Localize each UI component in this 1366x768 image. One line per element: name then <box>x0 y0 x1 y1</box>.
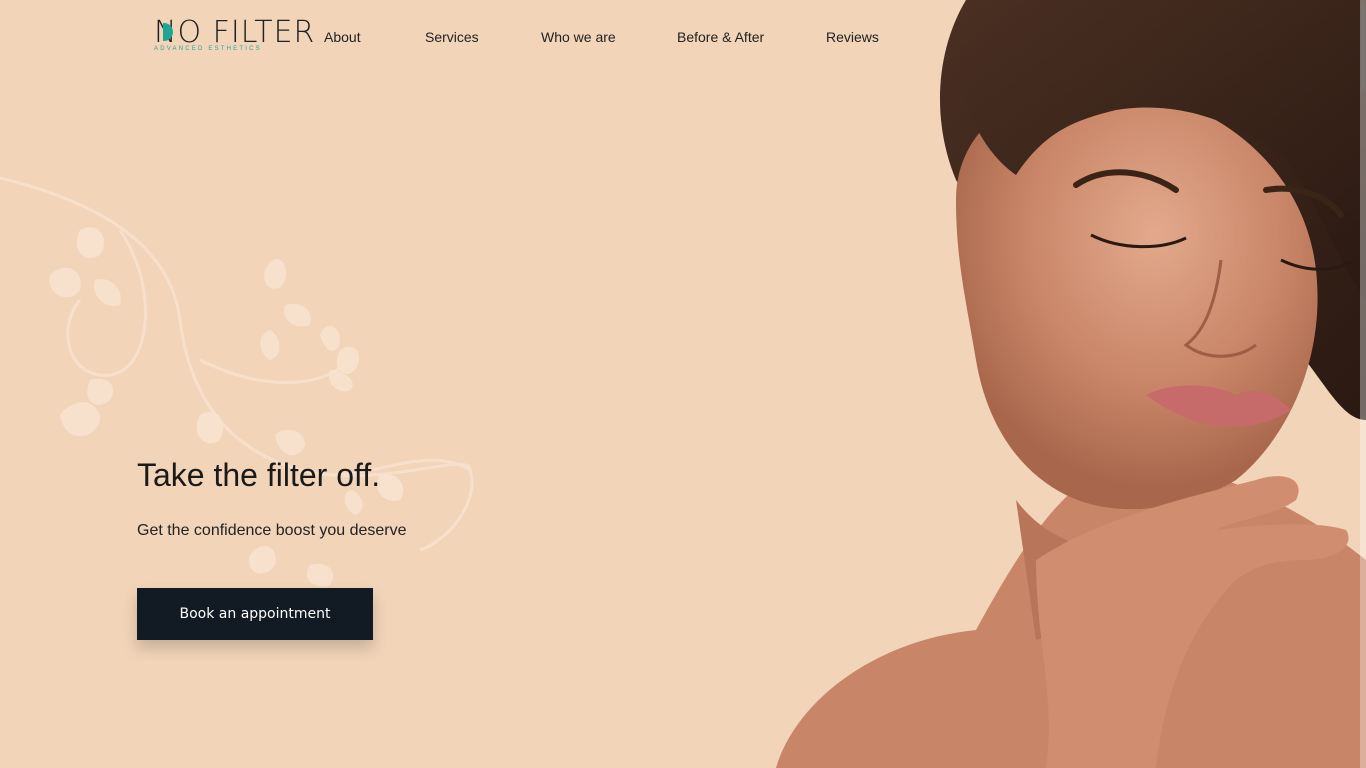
scrollbar-thumb[interactable] <box>1361 2 1365 92</box>
scrollbar[interactable] <box>1360 0 1366 768</box>
nav-item-about[interactable]: About <box>324 29 361 45</box>
hero-portrait-image <box>776 0 1366 768</box>
hero-subtitle: Get the confidence boost you deserve <box>137 522 407 539</box>
book-appointment-button[interactable]: Book an appointment <box>137 588 373 640</box>
nav-item-services[interactable]: Services <box>425 29 479 45</box>
hero-title: Take the filter off. <box>137 457 381 493</box>
nav-item-who-we-are[interactable]: Who we are <box>541 29 616 45</box>
